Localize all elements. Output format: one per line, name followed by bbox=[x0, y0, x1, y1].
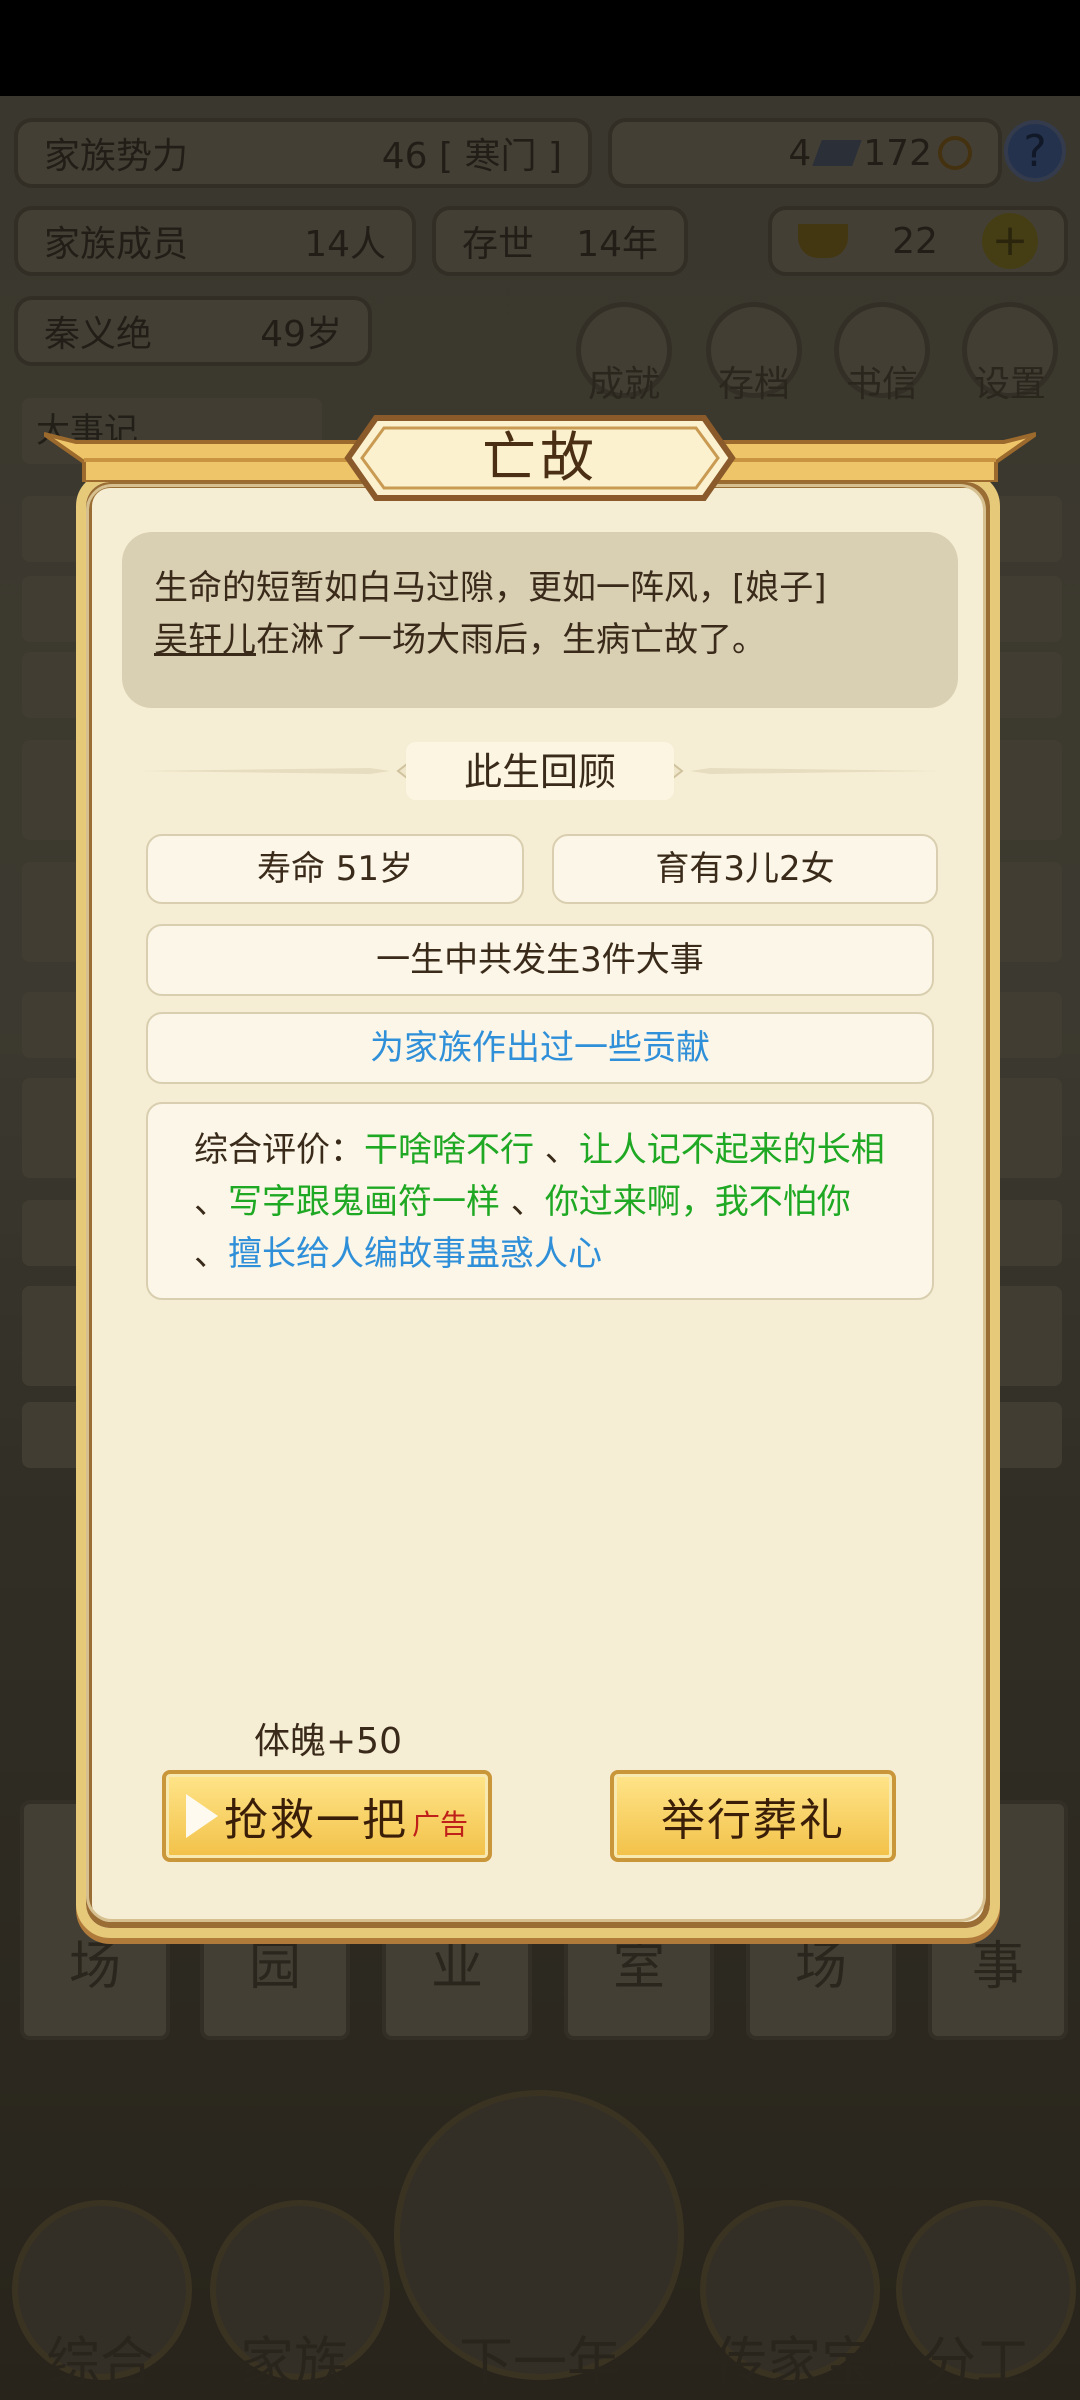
trait-3: 你过来啊，我不怕你 bbox=[544, 1182, 851, 1222]
children-text: 育有3儿2女 bbox=[655, 849, 835, 889]
review-heading: 此生回顾 bbox=[463, 750, 616, 794]
message-text-post: 在淋了一场大雨后，生病亡故了。 bbox=[256, 620, 766, 660]
funeral-button-label: 举行葬礼 bbox=[661, 1795, 845, 1846]
trait-1: 让人记不起来的长相 bbox=[578, 1130, 885, 1170]
trait-4[interactable]: 擅长给人编故事蛊惑人心 bbox=[228, 1234, 602, 1274]
lifespan-text: 寿命 51岁 bbox=[256, 849, 414, 889]
status-bar bbox=[0, 0, 1080, 96]
evaluation-card: 综合评价：干啥啥不行 、让人记不起来的长相 、写字跟鬼画符一样 、你过来啊，我不… bbox=[146, 1102, 934, 1300]
ad-tag: 广告 bbox=[411, 1808, 468, 1841]
trait-0: 干啥啥不行 bbox=[364, 1130, 534, 1170]
contribution-text: 为家族作出过一些贡献 bbox=[370, 1028, 710, 1068]
children-card: 育有3儿2女 bbox=[552, 834, 938, 904]
contribution-card[interactable]: 为家族作出过一些贡献 bbox=[146, 1012, 934, 1084]
lifespan-card: 寿命 51岁 bbox=[146, 834, 524, 904]
rescue-button-label: 抢救一把 bbox=[223, 1795, 408, 1846]
rescue-hint: 体魄+50 bbox=[254, 1721, 402, 1762]
funeral-button[interactable]: 举行葬礼 bbox=[610, 1770, 896, 1862]
deceased-name-link[interactable]: 吴轩儿 bbox=[154, 620, 256, 660]
events-text: 一生中共发生3件大事 bbox=[376, 940, 704, 980]
death-message: 生命的短暂如白马过隙，更如一阵风，[娘子] 吴轩儿在淋了一场大雨后，生病亡故了。 bbox=[122, 532, 958, 708]
message-text-pre: 生命的短暂如白马过隙，更如一阵风，[娘子] bbox=[154, 568, 827, 608]
dialog-title: 亡故 bbox=[482, 426, 598, 489]
trait-2: 写字跟鬼画符一样 bbox=[228, 1182, 500, 1222]
evaluation-label: 综合评价： bbox=[194, 1130, 364, 1170]
rescue-ad-button[interactable]: 抢救一把 广告 bbox=[162, 1770, 492, 1862]
events-card: 一生中共发生3件大事 bbox=[146, 924, 934, 996]
play-ad-icon bbox=[185, 1794, 218, 1838]
